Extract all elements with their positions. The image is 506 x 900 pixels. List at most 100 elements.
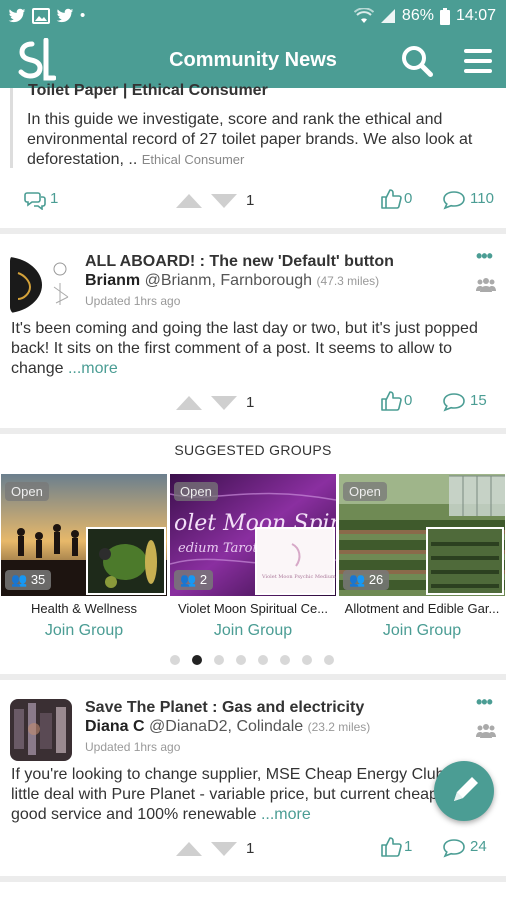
comments-icon[interactable] [24,190,46,210]
group-name[interactable]: Allotment and Edible Gar... [339,601,505,616]
menu-icon[interactable] [462,46,494,76]
twitter-icon [56,8,74,23]
post-body: If you're looking to change supplier, MS… [11,765,499,825]
pager-dot[interactable] [214,655,224,665]
vote-count: 1 [246,394,255,411]
quote-bar [10,88,13,168]
members-icon: 👥 [180,572,197,587]
reply-bubble-icon[interactable] [442,190,466,210]
section-divider [0,228,506,234]
group-card[interactable]: olet Moon Spiri edium Tarot Violet Moon … [170,474,336,644]
join-group-button[interactable]: Join Group [170,622,336,640]
battery-icon [439,7,450,25]
author-name[interactable]: Brianm [85,272,140,289]
app-bar: Community News [0,34,506,88]
avatar[interactable] [10,699,72,761]
group-icon [476,724,496,738]
post-updated: Updated 1hrs ago [85,294,181,308]
pager-dot[interactable] [280,655,290,665]
system-icons: 86% 14:07 [353,7,496,25]
comments-count: 1 [50,190,59,207]
more-options-icon[interactable]: ••• [476,692,493,713]
member-count-value: 2 [199,572,208,587]
pager-dot[interactable] [302,655,312,665]
search-icon[interactable] [400,44,434,78]
svg-text:edium Tarot: edium Tarot [178,541,258,556]
more-options-icon[interactable]: ••• [476,246,493,267]
likes-count: 0 [404,190,413,207]
pager-dot[interactable] [192,655,202,665]
author-location: Colindale [236,718,304,735]
pager-dot[interactable] [324,655,334,665]
likes-count: 0 [404,392,413,409]
thumbs-up-icon[interactable] [380,188,402,210]
article-title[interactable]: Toilet Paper | Ethical Consumer [28,82,268,100]
group-member-count: 👥 2 [174,570,214,590]
read-more-link[interactable]: ...more [68,360,118,377]
group-member-count: 👥 26 [343,570,390,590]
downvote-icon[interactable] [211,842,237,856]
downvote-icon[interactable] [211,194,237,208]
post-title[interactable]: Save The Planet : Gas and electricity [85,699,364,717]
author-handle: @DianaD2, [149,718,232,735]
members-icon: 👥 [11,572,28,587]
downvote-icon[interactable] [211,396,237,410]
pager-dot[interactable] [170,655,180,665]
reply-bubble-icon[interactable] [442,392,466,412]
dot-icon: • [80,7,86,24]
group-status-badge: Open [174,482,218,501]
author-location: Farnborough [220,272,313,289]
thumbs-up-icon[interactable] [380,836,402,858]
replies-count: 15 [470,392,487,409]
group-card[interactable]: Open 👥 35 Health & Wellness Join Group [1,474,167,644]
carousel-pager[interactable] [170,655,334,665]
upvote-icon[interactable] [176,842,202,856]
author-name[interactable]: Diana C [85,718,145,735]
group-status-badge: Open [5,482,49,501]
group-name[interactable]: Violet Moon Spiritual Ce... [170,601,336,616]
suggested-groups-heading: SUGGESTED GROUPS [174,442,332,458]
replies-count: 24 [470,838,487,855]
post-text: If you're looking to change supplier, MS… [11,766,493,823]
signal-icon [380,9,395,23]
post-body: It's been coming and going the last day … [11,319,499,379]
replies-count: 110 [470,190,494,207]
avatar[interactable] [10,253,72,315]
group-card[interactable]: Open 👥 26 Allotment and Edible Gar... Jo… [339,474,505,644]
upvote-icon[interactable] [176,396,202,410]
post-actions: 1 1 24 [0,836,506,862]
pager-dot[interactable] [236,655,246,665]
post-author-line: Brianm @Brianm, Farnborough (47.3 miles) [85,272,379,290]
pager-dot[interactable] [258,655,268,665]
post-actions: 1 0 15 [0,390,506,416]
join-group-button[interactable]: Join Group [1,622,167,640]
clock: 14:07 [455,7,496,24]
post-title[interactable]: ALL ABOARD! : The new 'Default' button [85,253,394,271]
article-body: In this guide we investigate, score and … [27,111,473,168]
post-updated: Updated 1hrs ago [85,740,181,754]
member-count-value: 26 [368,572,384,587]
upvote-icon[interactable] [176,194,202,208]
image-icon [32,8,50,24]
avatar-image [10,253,72,315]
members-icon: 👥 [349,572,366,587]
section-divider [0,876,506,882]
group-name[interactable]: Health & Wellness [1,601,167,616]
battery-percent: 86% [401,7,434,24]
svg-text:Violet Moon Psychic Medium: Violet Moon Psychic Medium [261,574,336,580]
notification-icons: • [8,7,85,25]
read-more-link[interactable]: ...more [261,806,311,823]
twitter-icon [8,8,26,23]
group-member-count: 👥 35 [5,570,52,590]
group-icon [476,278,496,292]
thumbs-up-icon[interactable] [380,390,402,412]
reply-bubble-icon[interactable] [442,838,466,858]
join-group-button[interactable]: Join Group [339,622,505,640]
group-status-badge: Open [343,482,387,501]
article-source[interactable]: Ethical Consumer [142,152,245,167]
likes-count: 1 [404,838,413,855]
member-count-value: 35 [30,572,46,587]
section-divider [0,674,506,680]
compose-post-button[interactable] [434,761,494,821]
vote-count: 1 [246,192,255,209]
